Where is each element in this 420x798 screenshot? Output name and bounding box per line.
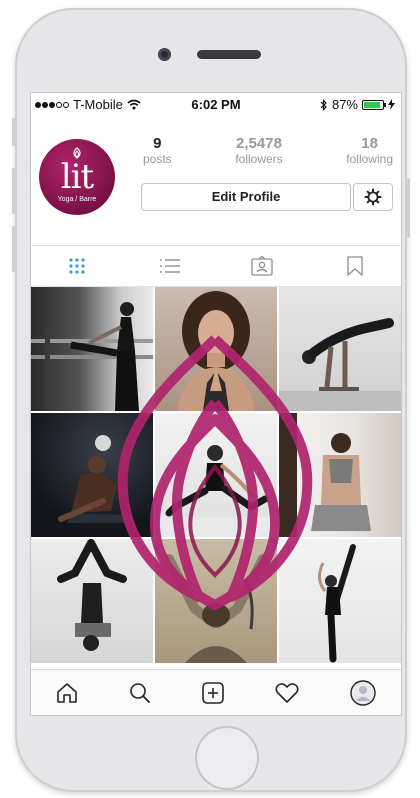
post-thumbnail[interactable] (31, 413, 153, 537)
stat-followers[interactable]: 2,5478 followers (235, 135, 282, 166)
heart-icon[interactable] (275, 682, 299, 704)
bottom-nav-bar (31, 669, 401, 715)
tagged-icon (251, 256, 273, 276)
profile-header: lit Yoga / Barre 9 posts 2,5478 follower… (31, 117, 401, 241)
charging-bolt-icon (388, 99, 395, 110)
post-thumbnail[interactable] (155, 413, 277, 537)
status-bar: T-Mobile 6:02 PM 87% (31, 93, 401, 115)
post-thumbnail[interactable] (155, 287, 277, 411)
post-photo-leg-extension (318, 544, 356, 663)
posts-grid (31, 287, 401, 664)
earpiece-speaker (197, 50, 261, 59)
profile-stats: 9 posts 2,5478 followers 18 following (143, 135, 393, 166)
post-thumbnail[interactable] (31, 539, 153, 663)
battery-icon (362, 99, 386, 110)
avatar-logo-text: lit (60, 157, 94, 197)
add-post-icon[interactable] (202, 682, 224, 704)
post-photo-arm-balance (279, 318, 401, 411)
instagram-screen: T-Mobile 6:02 PM 87% lit Yoga / Barre 9 … (30, 92, 402, 716)
profile-icon[interactable] (349, 680, 376, 706)
post-photo-reverse-prayer (279, 413, 371, 537)
home-icon[interactable] (56, 682, 78, 704)
stat-following-count: 18 (361, 135, 378, 152)
stat-following[interactable]: 18 following (346, 135, 393, 166)
stat-posts[interactable]: 9 posts (143, 135, 172, 166)
profile-avatar[interactable]: lit Yoga / Barre (39, 139, 115, 215)
post-photo-forehead-to-floor (164, 554, 268, 663)
grid-icon (69, 258, 85, 274)
stat-following-label: following (346, 152, 393, 166)
mute-switch (12, 118, 15, 146)
home-button[interactable] (195, 726, 259, 790)
bluetooth-icon (320, 98, 327, 111)
power-button (407, 178, 410, 238)
post-photo-shoulder-stand (57, 539, 127, 651)
edit-profile-button[interactable]: Edit Profile (141, 183, 351, 211)
stat-posts-label: posts (143, 152, 172, 166)
profile-view-tabs (31, 245, 401, 287)
search-icon[interactable] (129, 682, 151, 704)
post-thumbnail[interactable] (31, 287, 153, 411)
volume-down-button (12, 226, 15, 272)
list-icon (159, 259, 180, 273)
stat-followers-count: 2,5478 (236, 135, 282, 152)
settings-button[interactable] (353, 183, 393, 211)
battery-percent: 87% (331, 97, 358, 112)
post-photo-barre-stretch (31, 302, 153, 411)
post-photo-seated-stretch (155, 445, 277, 537)
bookmark-icon (347, 256, 363, 276)
tab-saved[interactable] (309, 246, 402, 286)
tab-tagged[interactable] (216, 246, 309, 286)
tab-list[interactable] (124, 246, 217, 286)
post-thumbnail[interactable] (279, 539, 401, 663)
stat-posts-count: 9 (153, 135, 162, 152)
volume-up-button (12, 168, 15, 214)
post-photo-prayer-pose (177, 291, 255, 411)
post-thumbnail[interactable] (279, 287, 401, 411)
stat-followers-label: followers (235, 152, 283, 166)
front-camera (158, 48, 171, 61)
post-thumbnail[interactable] (155, 539, 277, 663)
avatar-sub-text: Yoga / Barre (57, 196, 97, 203)
post-photo-seated-twist (58, 435, 135, 523)
status-right-group: 87% (320, 97, 395, 112)
tab-grid[interactable] (31, 246, 124, 286)
post-thumbnail[interactable] (279, 413, 401, 537)
gear-icon (364, 188, 382, 206)
